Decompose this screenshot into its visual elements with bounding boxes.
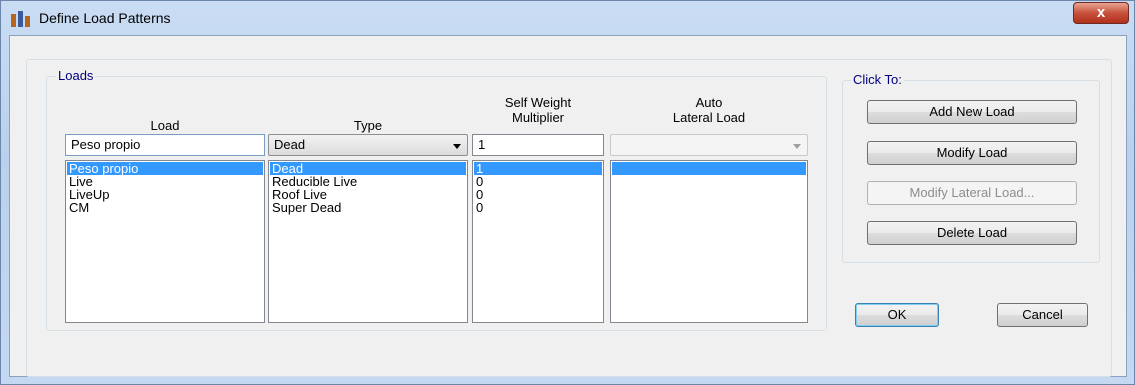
delete-load-button[interactable]: Delete Load	[867, 221, 1077, 245]
load-name-list[interactable]: Peso propio Live LiveUp CM	[65, 160, 265, 323]
chevron-down-icon	[793, 144, 801, 149]
auto-header-line1: Auto	[695, 95, 723, 110]
multiplier-list[interactable]: 1 0 0 0	[472, 160, 604, 323]
title-bar[interactable]: Define Load Patterns x	[1, 1, 1134, 35]
cancel-button[interactable]: Cancel	[997, 303, 1088, 327]
auto-header-line2: Lateral Load	[672, 110, 746, 125]
multiplier-list-item[interactable]: 0	[474, 175, 602, 188]
load-list-item[interactable]: LiveUp	[67, 188, 263, 201]
self-weight-header-line1: Self Weight	[504, 95, 572, 110]
dialog-window: Define Load Patterns x Loads Load Type S…	[0, 0, 1135, 385]
auto-lateral-list[interactable]	[610, 160, 808, 323]
close-button[interactable]: x	[1073, 2, 1129, 24]
load-column-header: Load	[150, 118, 180, 133]
type-list-item[interactable]: Super Dead	[270, 201, 466, 214]
self-weight-multiplier-input[interactable]: 1	[472, 134, 604, 156]
load-name-input[interactable]: Peso propio	[65, 134, 265, 156]
modify-load-button[interactable]: Modify Load	[867, 141, 1077, 165]
chevron-down-icon	[453, 144, 461, 149]
click-to-legend: Click To:	[851, 72, 904, 87]
multiplier-list-item[interactable]: 0	[474, 188, 602, 201]
multiplier-list-item[interactable]: 0	[474, 201, 602, 214]
modify-lateral-load-button: Modify Lateral Load...	[867, 181, 1077, 205]
type-column-header: Type	[353, 118, 383, 133]
self-weight-header-line2: Multiplier	[511, 110, 564, 125]
load-type-list[interactable]: Dead Reducible Live Roof Live Super Dead	[268, 160, 468, 323]
self-weight-column-header: Self Weight Multiplier	[472, 95, 604, 125]
load-list-item[interactable]: CM	[67, 201, 263, 214]
load-type-combo[interactable]: Dead	[268, 134, 468, 156]
load-type-combo-value: Dead	[274, 137, 306, 152]
load-list-item[interactable]: Peso propio	[67, 162, 263, 175]
dialog-client-area: Loads Load Type Self Weight Multiplier A…	[9, 35, 1127, 377]
window-title: Define Load Patterns	[39, 10, 171, 26]
add-new-load-button[interactable]: Add New Load	[867, 100, 1077, 124]
close-icon: x	[1096, 4, 1106, 21]
auto-lateral-list-item[interactable]	[612, 162, 806, 175]
loads-legend: Loads	[56, 68, 96, 83]
ok-button[interactable]: OK	[855, 303, 939, 327]
auto-lateral-column-header: Auto Lateral Load	[610, 95, 808, 125]
auto-lateral-load-combo	[610, 134, 808, 156]
multiplier-list-item[interactable]: 1	[474, 162, 602, 175]
app-icon	[11, 11, 30, 27]
